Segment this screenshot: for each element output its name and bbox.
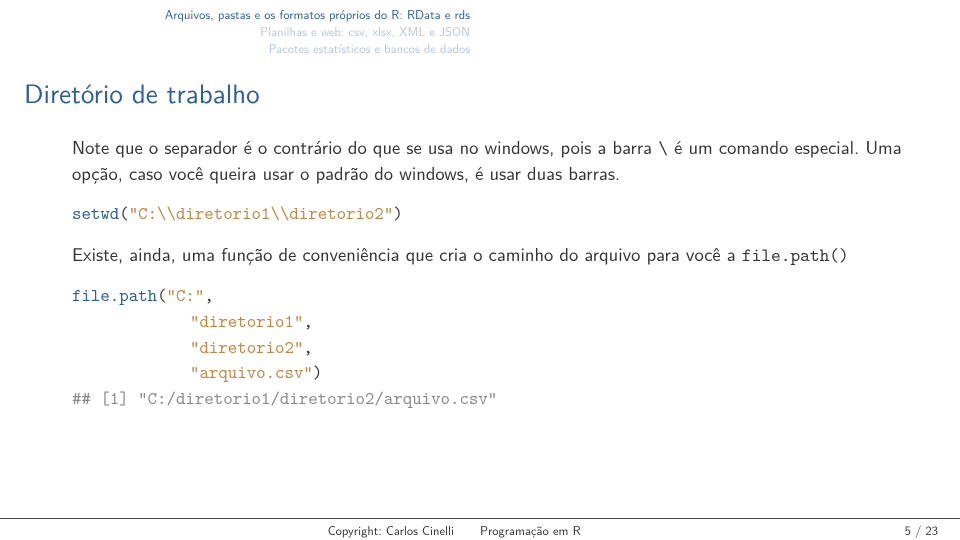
slide-header: Arquivos, pastas e os formatos próprios … <box>0 0 960 59</box>
header-section-active: Arquivos, pastas e os formatos próprios … <box>0 6 470 23</box>
p2-inline-code: file.path() <box>742 242 849 267</box>
p1-text-a: Note que o separador é o contrário do qu… <box>72 133 658 160</box>
p1-slash: \ <box>658 135 668 160</box>
code-fn-filepath: file.path <box>72 283 157 307</box>
code-paren-open: ( <box>119 201 128 225</box>
code-comma-1: , <box>204 283 213 307</box>
header-sections: Arquivos, pastas e os formatos próprios … <box>0 6 470 57</box>
code-arg-3: "diretorio2" <box>190 335 303 359</box>
header-section-inactive-1: Planilhas e web: csv, xlsx, XML e JSON <box>0 23 470 40</box>
code-fn-setwd: setwd <box>72 201 119 225</box>
code-output: ## [1] "C:/diretorio1/diretorio2/arquivo… <box>72 386 497 410</box>
footer-page-number: 5 / 23 <box>905 521 938 539</box>
code-paren-close: ) <box>393 201 402 225</box>
footer-course: Programação em R <box>470 521 581 539</box>
paragraph-1: Note que o separador é o contrário do qu… <box>72 134 904 186</box>
footer-copyright: Copyright: Carlos Cinelli <box>0 521 470 539</box>
code-block-setwd: setwd("C:\\diretorio1\\diretorio2") <box>72 200 904 226</box>
slide-footer: Copyright: Carlos Cinelli Programação em… <box>0 518 960 540</box>
paragraph-2: Existe, ainda, uma função de conveniênci… <box>72 241 904 268</box>
code-paren-open-2: ( <box>157 283 166 307</box>
slide-title: Diretório de trabalho <box>0 59 960 112</box>
code-comma-2: , <box>303 309 312 333</box>
slide-content: Note que o separador é o contrário do qu… <box>0 112 960 412</box>
code-arg-4: "arquivo.csv" <box>190 360 313 384</box>
p2-text-a: Existe, ainda, uma função de conveniênci… <box>72 240 742 267</box>
code-string-path: "C:\\diretorio1\\diretorio2" <box>129 201 394 225</box>
code-paren-close-2: ) <box>313 360 322 384</box>
code-arg-2: "diretorio1" <box>190 309 303 333</box>
code-arg-1: "C:" <box>167 283 205 307</box>
code-block-filepath: file.path("C:", "diretorio1", "diretorio… <box>72 282 904 411</box>
code-comma-3: , <box>303 335 312 359</box>
header-section-inactive-2: Pacotes estatísticos e bancos de dados <box>0 40 470 57</box>
